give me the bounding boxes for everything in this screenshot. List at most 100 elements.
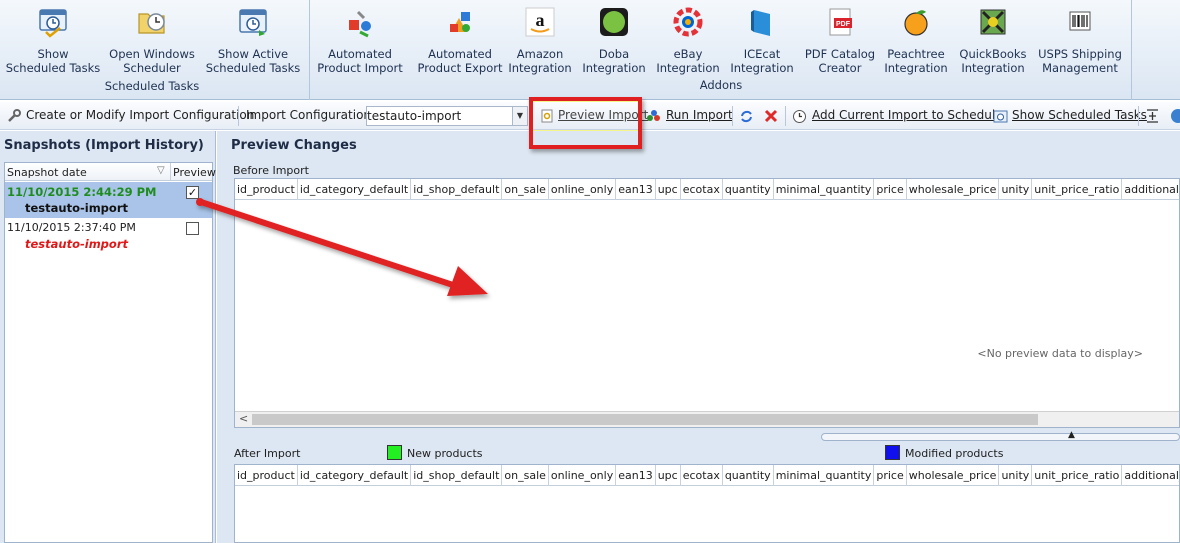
- column-header[interactable]: ecotax: [681, 179, 723, 200]
- pdf-catalog-creator-button[interactable]: PDF PDF Catalog Creator: [802, 6, 878, 75]
- run-import-button[interactable]: Run Import: [666, 108, 733, 122]
- amazon-icon: a: [525, 7, 555, 37]
- scheduled-tasks-small-icon: [993, 110, 1008, 123]
- chevron-up-icon[interactable]: ▲: [1068, 430, 1075, 440]
- usps-shipping-management-button[interactable]: USPS Shipping Management: [1034, 6, 1126, 75]
- layout-toggle-icon[interactable]: [1145, 108, 1160, 124]
- column-header[interactable]: minimal_quantity: [774, 179, 875, 200]
- snapshots-title: Snapshots (Import History): [4, 138, 204, 153]
- after-import-label: After Import: [234, 447, 301, 460]
- pdf-line1: PDF Catalog: [804, 47, 876, 61]
- product-import-line1: Automated: [328, 47, 392, 61]
- open-scheduler-line2: Scheduler: [123, 61, 181, 75]
- snapshot-date: 11/10/2015 2:37:40 PM: [7, 221, 136, 234]
- show-scheduled-tasks-button[interactable]: Show Scheduled Tasks: [4, 6, 102, 75]
- column-header[interactable]: id_product: [235, 465, 298, 486]
- column-header[interactable]: additional_shipping_cost: [1122, 179, 1179, 200]
- addons-group-label: Addons: [699, 78, 743, 92]
- run-import-icon: [647, 110, 660, 121]
- column-header[interactable]: upc: [656, 465, 681, 486]
- create-modify-config-button[interactable]: Create or Modify Import Configuration: [26, 108, 254, 122]
- column-header[interactable]: online_only: [549, 179, 617, 200]
- filter-icon[interactable]: ▽: [157, 165, 165, 176]
- preview-icon: [541, 109, 553, 123]
- automated-product-export-button[interactable]: Automated Product Export: [414, 6, 506, 75]
- peachtree-integration-button[interactable]: Peachtree Integration: [882, 6, 950, 75]
- preview-checkbox[interactable]: ✓: [186, 186, 199, 199]
- quickbooks-line1: QuickBooks: [959, 47, 1027, 61]
- amazon-line1: Amazon: [516, 47, 564, 61]
- doba-line2: Integration: [582, 61, 646, 75]
- ebay-line1: eBay: [673, 47, 703, 61]
- peachtree-icon: [904, 10, 928, 36]
- snapshot-date-column-header[interactable]: Snapshot date: [7, 166, 87, 179]
- preview-checkbox[interactable]: [186, 222, 199, 235]
- horizontal-scrollbar[interactable]: <: [235, 411, 1179, 427]
- preview-changes-title: Preview Changes: [231, 138, 357, 153]
- column-header[interactable]: additional_shipping_cost: [1122, 465, 1179, 486]
- column-header[interactable]: wholesale_price: [907, 465, 1000, 486]
- show-scheduled-line2: Scheduled Tasks: [5, 61, 101, 75]
- column-header[interactable]: upc: [656, 179, 681, 200]
- show-active-scheduled-tasks-button[interactable]: Show Active Scheduled Tasks: [204, 6, 302, 75]
- snapshot-row[interactable]: 11/10/2015 2:37:40 PM testauto-import: [5, 218, 212, 254]
- add-to-scheduler-button[interactable]: Add Current Import to Scheduler: [812, 108, 1008, 122]
- delete-icon[interactable]: [764, 109, 778, 123]
- icecat-integration-button[interactable]: ICEcat Integration: [728, 6, 796, 75]
- column-header[interactable]: minimal_quantity: [774, 465, 875, 486]
- snapshots-grid: Snapshot date ▽ Preview 11/10/2015 2:44:…: [4, 162, 216, 543]
- before-import-grid[interactable]: id_product id_category_default id_shop_def…: [234, 178, 1180, 428]
- column-header[interactable]: price: [874, 465, 907, 486]
- column-header[interactable]: id_shop_default: [411, 465, 503, 486]
- no-preview-data-message: <No preview data to display>: [977, 347, 1143, 360]
- show-scheduled-tasks-toolbar-button[interactable]: Show Scheduled Tasks: [1012, 108, 1147, 122]
- scrollbar-thumb[interactable]: [252, 414, 1038, 425]
- chevron-down-icon[interactable]: ▼: [512, 107, 527, 125]
- column-header[interactable]: unity: [999, 179, 1033, 200]
- product-import-icon: [349, 10, 371, 38]
- column-header[interactable]: id_shop_default: [411, 179, 503, 200]
- column-header[interactable]: id_category_default: [298, 465, 412, 486]
- column-header[interactable]: quantity: [723, 179, 774, 200]
- preview-column-header[interactable]: Preview: [173, 166, 216, 179]
- quickbooks-integration-button[interactable]: QuickBooks Integration: [958, 6, 1028, 75]
- column-header[interactable]: unit_price_ratio: [1032, 179, 1123, 200]
- doba-integration-button[interactable]: Doba Integration: [580, 6, 648, 75]
- snapshot-row[interactable]: 11/10/2015 2:44:29 PM testauto-import ✓: [5, 182, 212, 218]
- help-icon[interactable]: [1170, 108, 1180, 124]
- pdf-glyph: PDF: [836, 21, 851, 28]
- usps-line1: USPS Shipping: [1038, 47, 1122, 61]
- automated-product-import-button[interactable]: Automated Product Import: [314, 6, 406, 75]
- toolbar-separator: [732, 106, 733, 126]
- column-header[interactable]: ean13: [616, 465, 656, 486]
- column-header[interactable]: price: [874, 179, 907, 200]
- column-header[interactable]: ean13: [616, 179, 656, 200]
- ebay-integration-button[interactable]: eBay Integration: [654, 6, 722, 75]
- after-grid-header: id_product id_category_default id_shop_def…: [235, 465, 1179, 486]
- modified-products-legend: Modified products: [905, 447, 1004, 460]
- column-header[interactable]: quantity: [723, 465, 774, 486]
- column-header[interactable]: id_product: [235, 179, 298, 200]
- panel-splitter[interactable]: ▲: [821, 430, 1180, 441]
- show-active-line2: Scheduled Tasks: [205, 61, 301, 75]
- refresh-icon[interactable]: [739, 109, 754, 124]
- after-import-grid[interactable]: id_product id_category_default id_shop_def…: [234, 464, 1180, 543]
- column-header[interactable]: unit_price_ratio: [1032, 465, 1123, 486]
- column-header[interactable]: ecotax: [681, 465, 723, 486]
- chevron-left-icon[interactable]: <: [239, 412, 248, 425]
- product-import-line2: Product Import: [317, 61, 403, 75]
- scheduled-tasks-icon: [39, 9, 67, 38]
- column-header[interactable]: wholesale_price: [907, 179, 1000, 200]
- snapshot-date: 11/10/2015 2:44:29 PM: [7, 185, 157, 199]
- column-header[interactable]: online_only: [549, 465, 617, 486]
- amazon-integration-button[interactable]: a Amazon Integration: [506, 6, 574, 75]
- column-header[interactable]: on_sale: [502, 465, 549, 486]
- new-products-legend: New products: [407, 447, 483, 460]
- column-header[interactable]: id_category_default: [298, 179, 412, 200]
- open-windows-scheduler-button[interactable]: Open Windows Scheduler Scheduled Tasks: [104, 6, 200, 93]
- column-header[interactable]: on_sale: [502, 179, 549, 200]
- preview-import-button[interactable]: Preview Import: [558, 108, 648, 122]
- column-header[interactable]: unity: [999, 465, 1033, 486]
- peachtree-line2: Integration: [884, 61, 948, 75]
- import-config-select[interactable]: testauto-import ▼: [366, 106, 528, 126]
